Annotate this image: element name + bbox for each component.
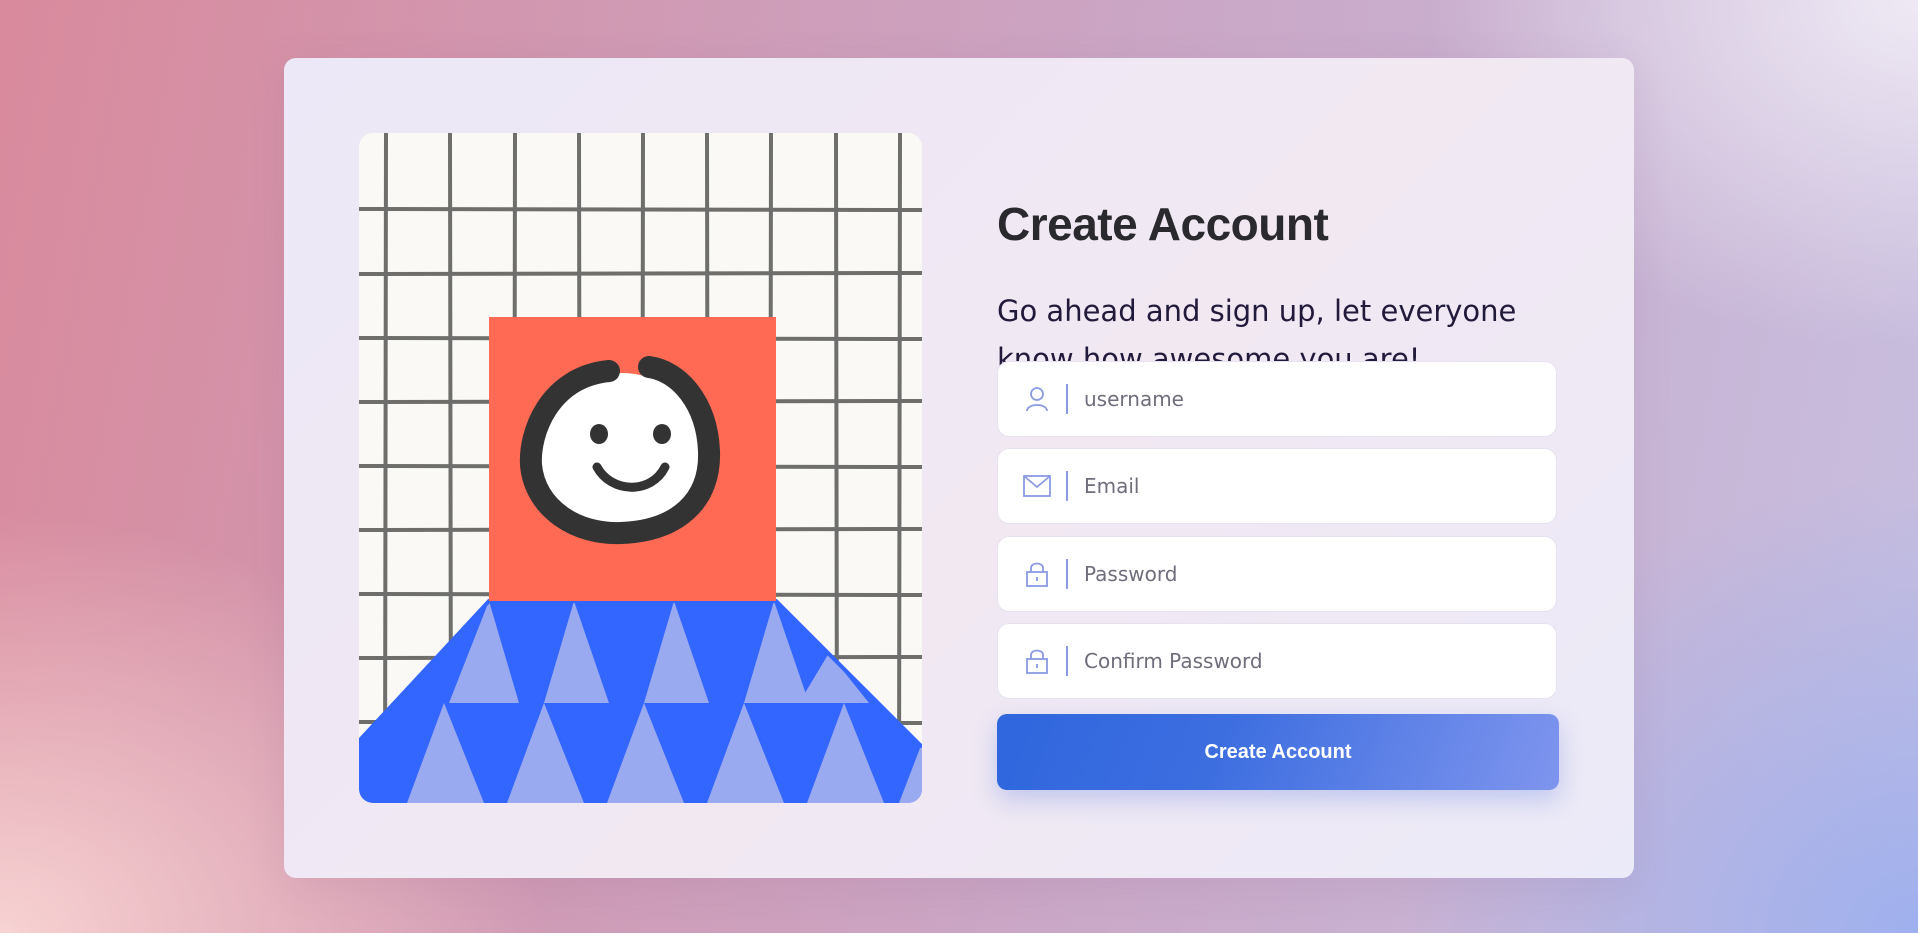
illustration-image bbox=[359, 133, 922, 803]
password-field[interactable] bbox=[997, 536, 1557, 612]
lock-icon bbox=[1022, 559, 1052, 589]
mail-icon bbox=[1022, 471, 1052, 501]
email-field[interactable] bbox=[997, 448, 1557, 524]
password-input[interactable] bbox=[1082, 561, 1556, 587]
field-divider bbox=[1066, 559, 1068, 589]
field-divider bbox=[1066, 471, 1068, 501]
page-title: Create Account bbox=[997, 198, 1329, 250]
field-divider bbox=[1066, 384, 1068, 414]
username-input[interactable] bbox=[1082, 386, 1556, 412]
create-account-button[interactable]: Create Account bbox=[997, 714, 1559, 790]
field-divider bbox=[1066, 646, 1068, 676]
email-input[interactable] bbox=[1082, 473, 1556, 499]
confirm-password-field[interactable] bbox=[997, 623, 1557, 699]
user-icon bbox=[1022, 384, 1052, 414]
signup-card: Create Account Go ahead and sign up, let… bbox=[284, 58, 1634, 878]
username-field[interactable] bbox=[997, 361, 1557, 437]
lock-icon bbox=[1022, 646, 1052, 676]
confirm-password-input[interactable] bbox=[1082, 648, 1556, 674]
